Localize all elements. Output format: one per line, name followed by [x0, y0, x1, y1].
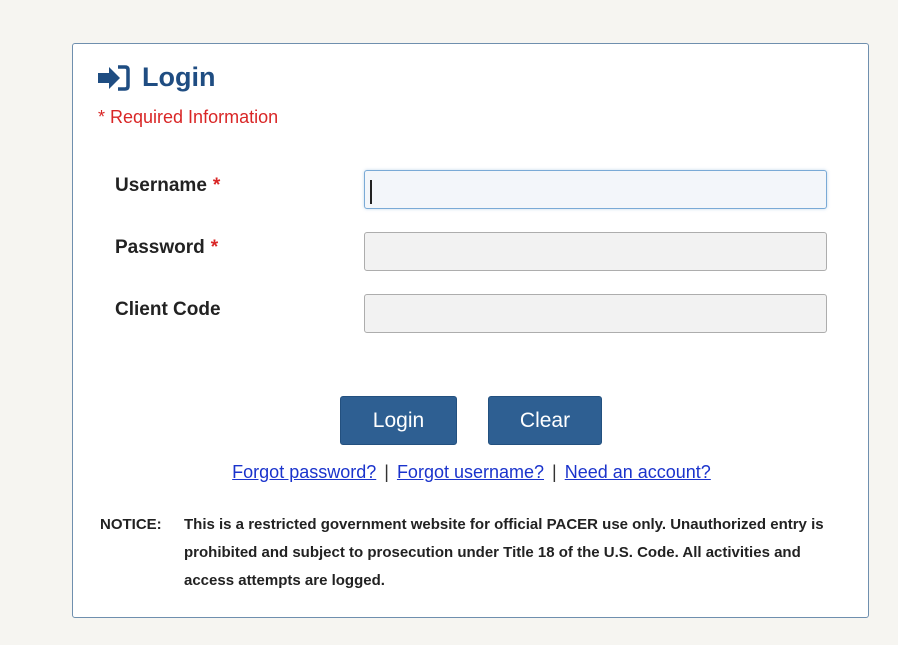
- link-separator: |: [552, 462, 557, 482]
- login-button[interactable]: Login: [340, 396, 457, 445]
- link-separator: |: [384, 462, 389, 482]
- account-links: Forgot password? | Forgot username? | Need a…: [73, 462, 870, 483]
- username-input[interactable]: [364, 170, 827, 209]
- sign-in-arrow-icon: [98, 64, 130, 92]
- username-label: Username *: [115, 175, 220, 197]
- clear-button[interactable]: Clear: [488, 396, 602, 445]
- username-label-text: Username: [115, 175, 207, 196]
- login-header: Login: [98, 62, 215, 93]
- password-label-text: Password: [115, 237, 205, 258]
- password-input[interactable]: [364, 232, 827, 271]
- required-info-note: * Required Information: [98, 107, 279, 127]
- client-code-label-text: Client Code: [115, 299, 221, 320]
- forgot-password-link[interactable]: Forgot password?: [232, 462, 376, 482]
- forgot-username-link[interactable]: Forgot username?: [397, 462, 544, 482]
- password-label: Password *: [115, 237, 218, 259]
- username-required-mark: *: [212, 175, 221, 196]
- client-code-label: Client Code: [115, 299, 221, 321]
- password-required-mark: *: [210, 237, 219, 258]
- page-title: Login: [142, 62, 216, 92]
- text-caret: [370, 180, 372, 204]
- notice-text: This is a restricted government website …: [184, 516, 824, 589]
- client-code-input[interactable]: [364, 294, 827, 333]
- notice: NOTICE: This is a restricted government …: [100, 511, 824, 595]
- need-account-link[interactable]: Need an account?: [565, 462, 711, 482]
- login-panel: Login * Required Information Username * P…: [72, 43, 869, 618]
- notice-label: NOTICE:: [100, 516, 162, 533]
